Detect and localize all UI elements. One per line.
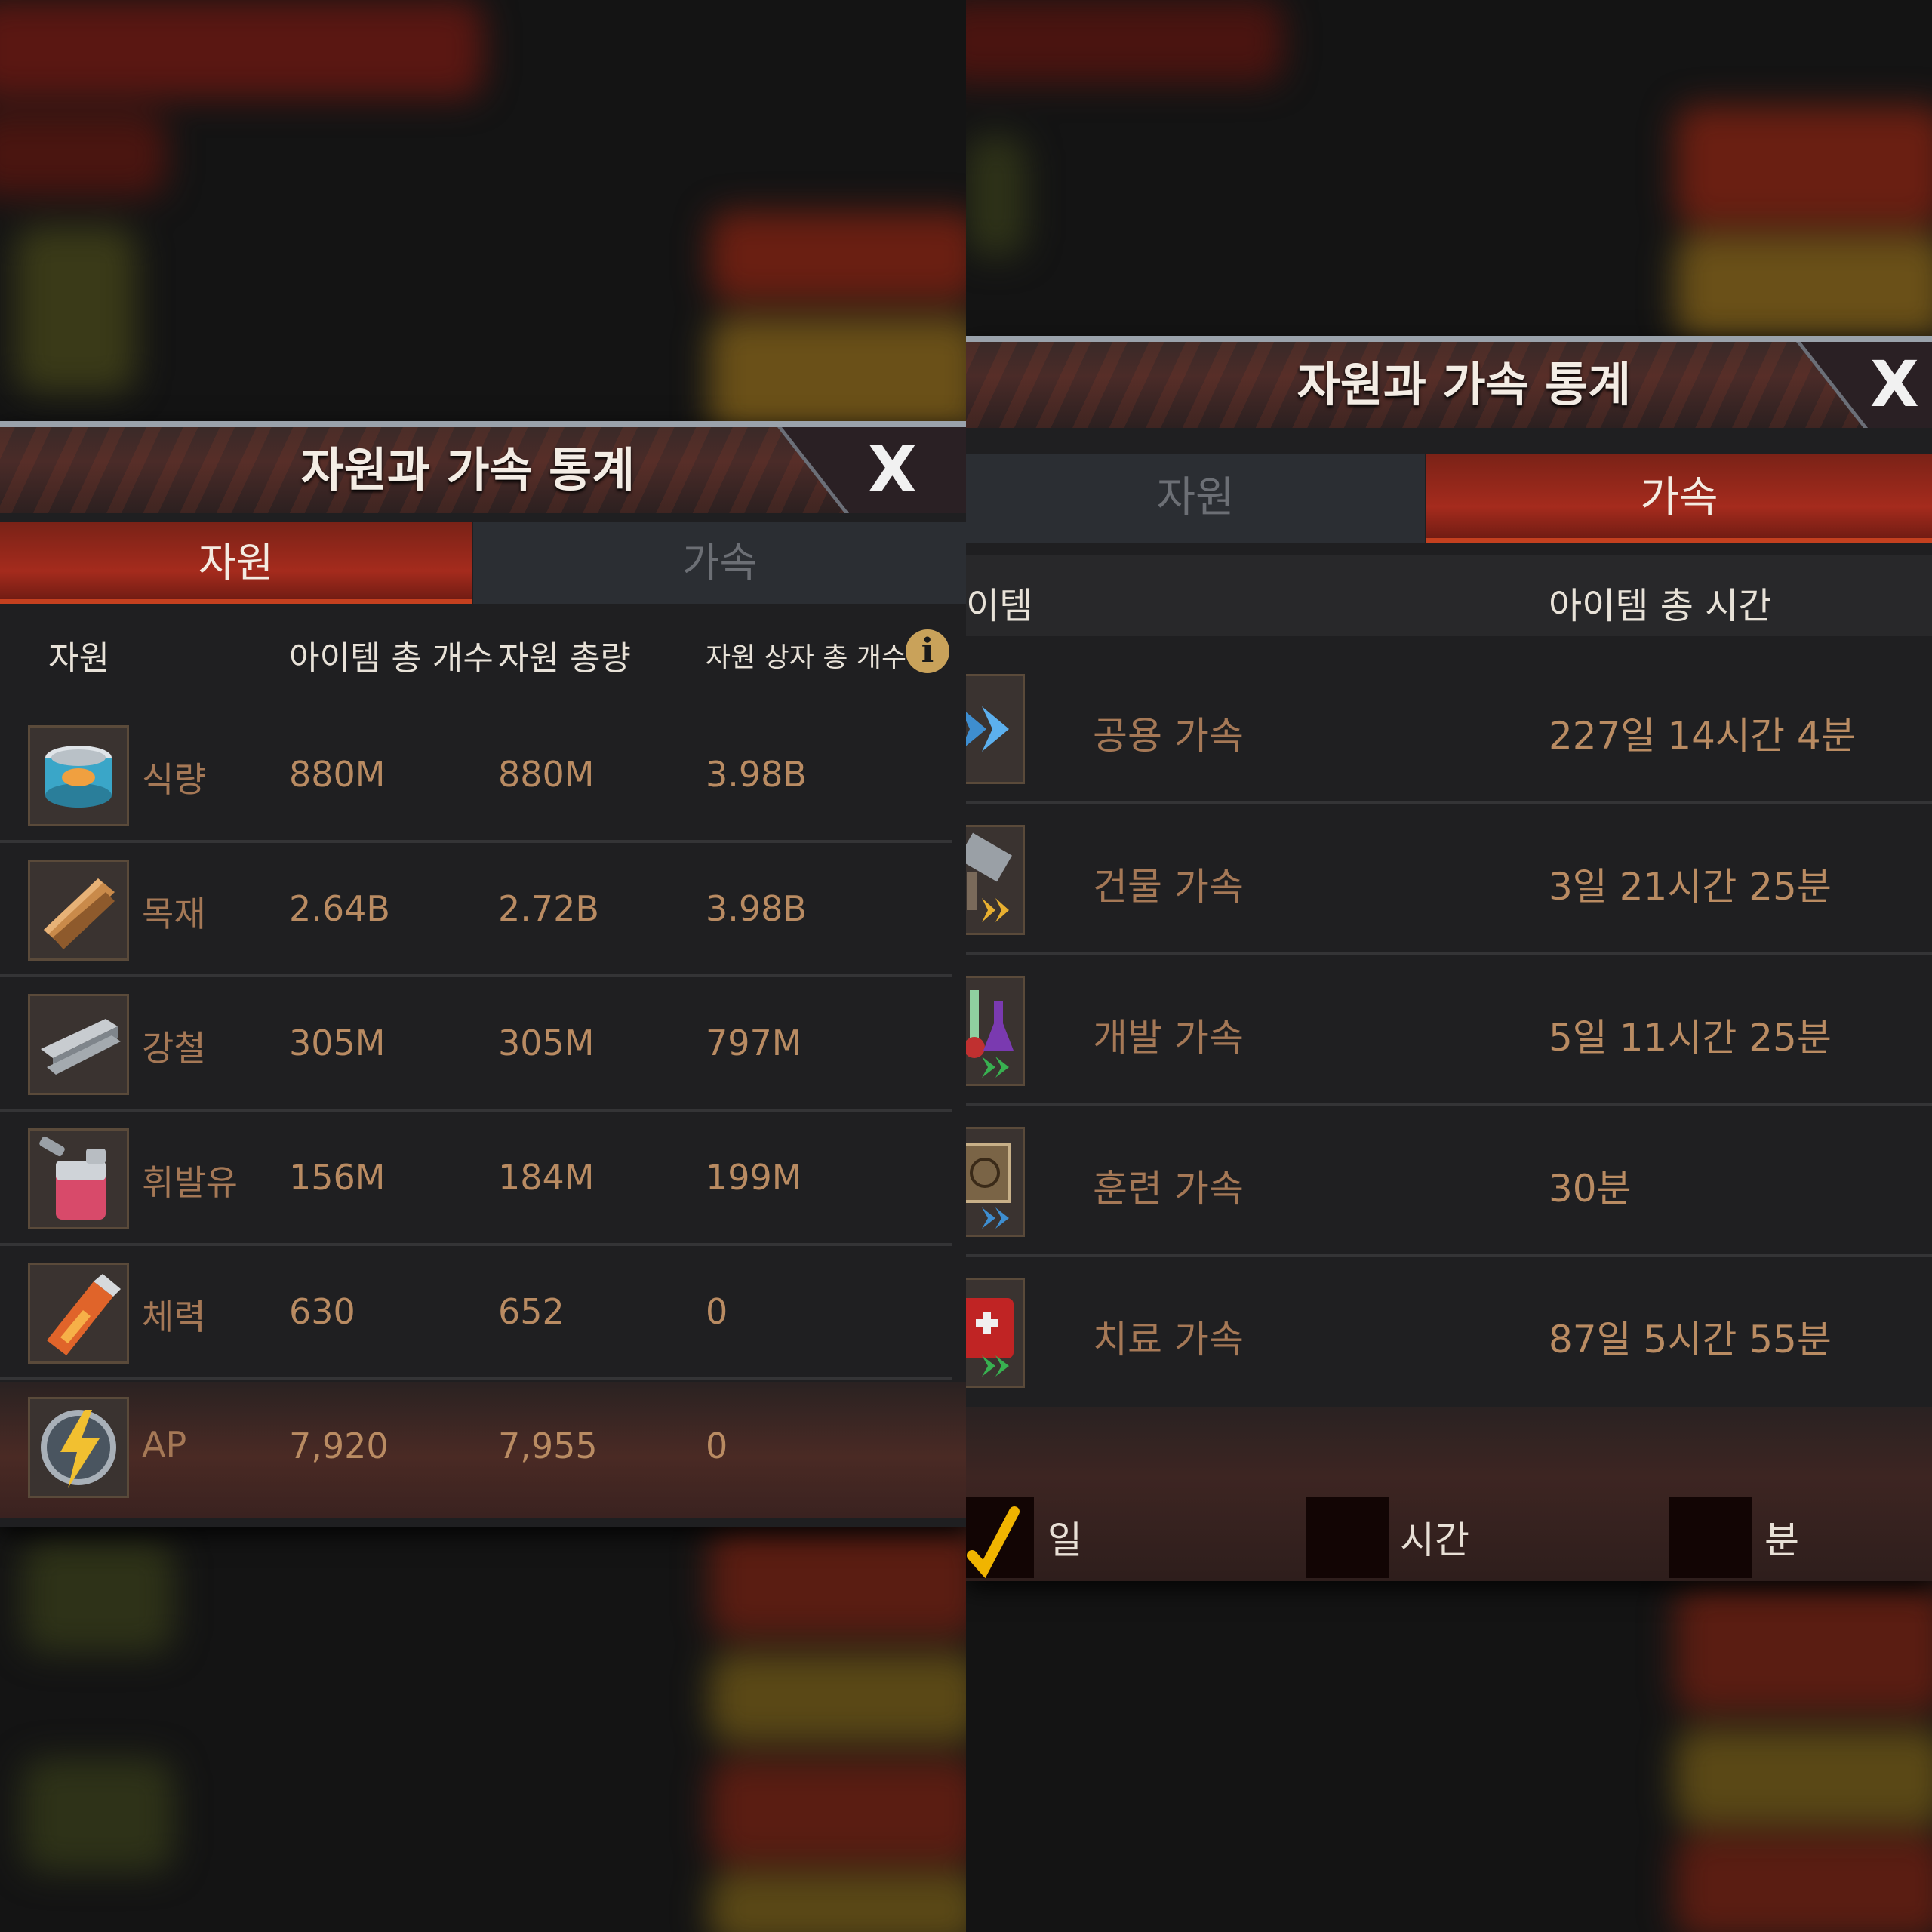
dialog-titlebar: 자원과 가속 통계 X xyxy=(0,421,966,513)
speedup-row-training: 훈련 가속 30분 xyxy=(966,1106,1932,1257)
header-resource-total: 자원 총량 xyxy=(498,639,631,678)
resource-total: 184M xyxy=(498,1157,595,1198)
speedup-row-building: 건물 가속 3일 21시간 25분 xyxy=(966,804,1932,955)
resource-total: 652 xyxy=(498,1291,565,1332)
box-count: 797M xyxy=(706,1023,802,1063)
speedup-time: 227일 14시간 4분 xyxy=(1549,714,1856,758)
speedups-screenshot: 자원과 가속 통계 X 자원 가속 이템 아이템 총 시간 공용 가속 227일… xyxy=(966,0,1932,1932)
header-item: 이템 xyxy=(966,585,1033,627)
healing-speedup-icon xyxy=(966,1278,1025,1388)
resource-total: 2.72B xyxy=(498,888,599,929)
stats-dialog: 자원과 가속 통계 X 자원 가속 이템 아이템 총 시간 공용 가속 227일… xyxy=(966,336,1932,1581)
resource-name: 목재 xyxy=(142,894,206,934)
unit-day-label: 일 xyxy=(1048,1518,1082,1562)
unit-day-checkbox[interactable] xyxy=(966,1497,1034,1579)
item-count: 156M xyxy=(289,1157,386,1198)
unit-hour-label: 시간 xyxy=(1400,1518,1469,1562)
speedup-name: 훈련 가속 xyxy=(1093,1167,1244,1211)
speedup-row-healing: 치료 가속 87일 5시간 55분 xyxy=(966,1257,1932,1404)
resource-row-ap: AP 7,920 7,955 0 xyxy=(0,1382,966,1518)
speedups-header-bar xyxy=(966,555,1932,636)
header-resource: 자원 xyxy=(48,639,109,678)
box-count: 0 xyxy=(706,1426,728,1466)
header-box-count: 자원 상자 총 개수 xyxy=(706,642,907,673)
resource-total: 7,955 xyxy=(498,1426,598,1466)
research-speedup-icon xyxy=(966,976,1025,1086)
header-item-count: 아이템 총 개수 xyxy=(289,639,494,678)
resource-name: 식량 xyxy=(142,759,206,800)
training-speedup-icon xyxy=(966,1127,1025,1237)
energy-drink-icon xyxy=(28,1263,129,1364)
unit-minute-checkbox[interactable] xyxy=(1669,1497,1752,1578)
speedup-time: 3일 21시간 25분 xyxy=(1549,865,1832,909)
close-button[interactable]: X xyxy=(868,438,917,501)
resource-total: 880M xyxy=(498,754,595,795)
close-button[interactable]: X xyxy=(1870,352,1919,416)
resource-name: 강철 xyxy=(142,1028,206,1069)
tab-speedups[interactable]: 가속 xyxy=(473,522,966,604)
resource-row-stamina: 체력 630 652 0 xyxy=(0,1247,952,1380)
resource-name: 휘발유 xyxy=(142,1162,238,1203)
speedup-name: 치료 가속 xyxy=(1093,1318,1244,1361)
speedup-name: 건물 가속 xyxy=(1093,865,1244,909)
tab-resources[interactable]: 자원 xyxy=(0,522,472,604)
unit-toggle-bar: 일 시간 분 xyxy=(966,1407,1932,1581)
resource-name: AP xyxy=(142,1424,187,1465)
box-count: 3.98B xyxy=(706,888,807,929)
dialog-titlebar: 자원과 가속 통계 X xyxy=(966,336,1932,428)
box-count: 199M xyxy=(706,1157,802,1198)
ap-lightning-icon xyxy=(28,1397,129,1498)
item-count: 305M xyxy=(289,1023,386,1063)
tab-resources[interactable]: 자원 xyxy=(966,454,1425,543)
resource-total: 305M xyxy=(498,1023,595,1063)
speedup-time: 5일 11시간 25분 xyxy=(1549,1016,1832,1060)
item-count: 7,920 xyxy=(289,1426,389,1466)
resource-row-steel: 강철 305M 305M 797M xyxy=(0,979,952,1112)
box-count: 3.98B xyxy=(706,754,807,795)
resource-row-wood: 목재 2.64B 2.72B 3.98B xyxy=(0,844,952,977)
building-speedup-icon xyxy=(966,825,1025,935)
food-can-icon xyxy=(28,725,129,826)
item-count: 880M xyxy=(289,754,386,795)
general-speedup-icon xyxy=(966,674,1025,784)
unit-minute-label: 분 xyxy=(1764,1518,1799,1562)
fuel-can-icon xyxy=(28,1128,129,1229)
wood-planks-icon xyxy=(28,860,129,961)
resource-row-food: 식량 880M 880M 3.98B xyxy=(0,710,952,843)
speedup-name: 공용 가속 xyxy=(1093,714,1244,758)
resource-row-fuel: 휘발유 156M 184M 199M xyxy=(0,1113,952,1246)
unit-hour-checkbox[interactable] xyxy=(1306,1497,1389,1578)
dialog-title: 자원과 가속 통계 xyxy=(1297,357,1632,412)
speedup-row-general: 공용 가속 227일 14시간 4분 xyxy=(966,653,1932,804)
speedup-name: 개발 가속 xyxy=(1093,1016,1244,1060)
box-count: 0 xyxy=(706,1291,728,1332)
info-icon[interactable]: i xyxy=(906,629,949,673)
steel-beam-icon xyxy=(28,994,129,1095)
item-count: 2.64B xyxy=(289,888,390,929)
speedup-row-research: 개발 가속 5일 11시간 25분 xyxy=(966,955,1932,1106)
item-count: 630 xyxy=(289,1291,355,1332)
stats-dialog: 자원과 가속 통계 X 자원 가속 자원 아이템 총 개수 자원 총량 자원 상… xyxy=(0,421,966,1527)
tab-speedups[interactable]: 가속 xyxy=(1426,454,1932,543)
speedup-time: 87일 5시간 55분 xyxy=(1549,1318,1832,1361)
speedup-time: 30분 xyxy=(1549,1167,1632,1211)
header-total-time: 아이템 총 시간 xyxy=(1549,585,1772,627)
resource-name: 체력 xyxy=(142,1297,206,1337)
resources-screenshot: 자원과 가속 통계 X 자원 가속 자원 아이템 총 개수 자원 총량 자원 상… xyxy=(0,0,966,1932)
